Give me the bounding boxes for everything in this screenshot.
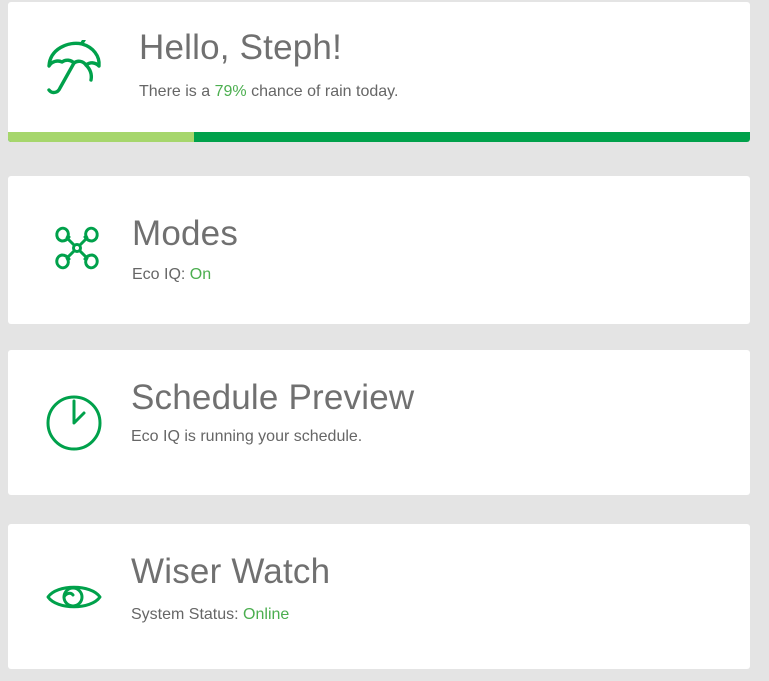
rain-progress-bar [8,132,750,142]
umbrella-icon [46,40,102,98]
modes-status: Eco IQ: On [132,266,211,284]
dashboard: { "greeting": { "title": "Hello, Steph!"… [0,0,769,681]
system-status-value: Online [243,606,290,623]
eye-icon [45,579,103,615]
rain-chance-value: 79% [214,83,247,100]
modes-status-value: On [189,266,212,283]
schedule-subtitle: Eco IQ is running your schedule. [131,428,363,445]
modes-title: Modes [132,214,239,253]
greeting-title: Hello, Steph! [139,28,342,67]
fan-icon [53,224,101,272]
system-status: System Status: Online [131,606,289,624]
modes-status-label: Eco IQ: [132,266,190,283]
schedule-title: Schedule Preview [131,378,415,417]
schedule-card[interactable]: Schedule Preview Eco IQ is running your … [8,350,750,495]
system-status-label: System Status: [131,606,244,623]
wiser-watch-title: Wiser Watch [131,552,331,591]
rain-prefix: There is a [139,83,215,100]
rain-progress-fill [8,132,194,142]
wiser-watch-card[interactable]: Wiser Watch System Status: Online [8,524,750,669]
modes-card[interactable]: Modes Eco IQ: On [8,176,750,324]
rain-chance-text: There is a 79% chance of rain today. [139,83,398,101]
rain-suffix: chance of rain today. [246,83,399,100]
clock-icon [45,394,103,452]
greeting-card[interactable]: Hello, Steph! There is a 79% chance of r… [8,2,750,142]
